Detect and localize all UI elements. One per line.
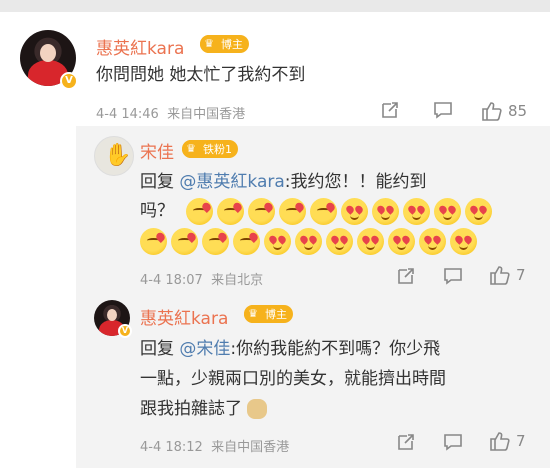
emoji-row	[186, 198, 492, 225]
reply-prefix: 回复	[140, 172, 180, 192]
like-button[interactable]: 7	[488, 264, 526, 286]
comment-time: 4-4 18:07 来自北京	[140, 269, 263, 288]
comment-icon	[444, 268, 462, 285]
kiss-emoji-icon	[202, 228, 229, 255]
share-icon	[382, 102, 398, 118]
like-button[interactable]: 85	[480, 100, 527, 122]
mention-link[interactable]: @宋佳	[179, 339, 230, 359]
kiss-emoji-icon	[186, 198, 213, 225]
share-button[interactable]	[396, 432, 416, 452]
reply-text-line: 回复 @惠英紅kara:我约您！！能约到	[140, 167, 427, 197]
host-badge: ♛ 博主	[200, 35, 249, 53]
host-badge: ♛ 博主	[244, 305, 293, 323]
comment-time: 4-4 14:46 来自中国香港	[96, 103, 245, 122]
comment-icon	[444, 434, 462, 451]
avatar-face	[40, 44, 56, 62]
share-button[interactable]	[380, 100, 400, 120]
heart-eyes-emoji-icon	[357, 228, 384, 255]
mention-link[interactable]: @惠英紅kara	[179, 172, 284, 192]
like-icon	[482, 102, 502, 121]
like-count: 7	[516, 432, 526, 450]
author-name[interactable]: 惠英紅kara	[96, 34, 184, 59]
crown-icon: ♛	[200, 35, 218, 53]
heart-eyes-emoji-icon	[264, 228, 291, 255]
time-text: 4-4 14:46	[96, 107, 159, 122]
share-icon	[398, 434, 414, 450]
top-strip	[0, 0, 550, 12]
reply-text: 跟我拍雜誌了	[140, 399, 242, 419]
heart-eyes-emoji-icon	[326, 228, 353, 255]
heart-eyes-emoji-icon	[434, 198, 461, 225]
heart-eyes-emoji-icon	[295, 228, 322, 255]
reply-text-line: 跟我拍雜誌了	[140, 394, 268, 424]
avatar-face	[107, 309, 117, 321]
badge-label: 铁粉1	[203, 143, 232, 156]
verified-icon: V	[60, 72, 78, 90]
kiss-emoji-icon	[233, 228, 260, 255]
heart-eyes-emoji-icon	[465, 198, 492, 225]
comment-button[interactable]	[443, 266, 463, 286]
emoji-row	[140, 228, 477, 255]
reply-text: :我约您！！能约到	[284, 172, 427, 192]
hand-wave-icon: ✋	[104, 143, 132, 168]
like-icon	[490, 266, 510, 285]
heart-eyes-emoji-icon	[450, 228, 477, 255]
fan-badge: ♛ 铁粉1	[182, 140, 238, 158]
badge-label: 博主	[221, 38, 243, 51]
comment-button[interactable]	[443, 432, 463, 452]
heart-eyes-emoji-icon	[403, 198, 430, 225]
heart-eyes-emoji-icon	[341, 198, 368, 225]
share-icon	[398, 268, 414, 284]
crown-icon: ♛	[182, 140, 200, 158]
kiss-emoji-icon	[310, 198, 337, 225]
heart-eyes-emoji-icon	[388, 228, 415, 255]
kiss-emoji-icon	[217, 198, 244, 225]
like-icon	[490, 432, 510, 451]
kiss-emoji-icon	[140, 228, 167, 255]
share-button[interactable]	[396, 266, 416, 286]
crown-icon: ♛	[244, 305, 262, 323]
like-count: 7	[516, 266, 526, 284]
kiss-emoji-icon	[279, 198, 306, 225]
kiss-emoji-icon	[248, 198, 275, 225]
reply-text-line: 回复 @宋佳:你約我能約不到嗎？你少飛	[140, 334, 440, 364]
author-name[interactable]: 宋佳	[140, 138, 174, 163]
heart-eyes-emoji-icon	[372, 198, 399, 225]
reply-text-line: 吗？	[140, 201, 174, 221]
reply-prefix: 回复	[140, 339, 180, 359]
like-button[interactable]: 7	[488, 430, 526, 452]
badge-label: 博主	[265, 308, 287, 321]
time-text: 4-4 18:12	[140, 440, 203, 455]
avatar[interactable]: ✋	[94, 136, 134, 176]
kiss-emoji-icon	[171, 228, 198, 255]
source-text: 来自中国香港	[167, 107, 246, 122]
author-name[interactable]: 惠英紅kara	[140, 304, 228, 329]
heart-eyes-emoji-icon	[419, 228, 446, 255]
comment-button[interactable]	[433, 100, 453, 120]
dog-emoji-icon	[247, 399, 268, 419]
comment-icon	[434, 102, 452, 119]
verified-icon: V	[118, 324, 132, 338]
reply-text-line: 一點，少親兩口別的美女，就能擠出時間	[140, 369, 446, 389]
reply-text: :你約我能約不到嗎？你少飛	[230, 339, 441, 359]
comment-text: 你問問她 她太忙了我約不到	[96, 65, 306, 85]
source-text: 来自中国香港	[211, 440, 290, 455]
like-count: 85	[508, 102, 528, 120]
source-text: 来自北京	[211, 273, 264, 288]
time-text: 4-4 18:07	[140, 273, 203, 288]
comment-time: 4-4 18:12 来自中国香港	[140, 436, 289, 455]
